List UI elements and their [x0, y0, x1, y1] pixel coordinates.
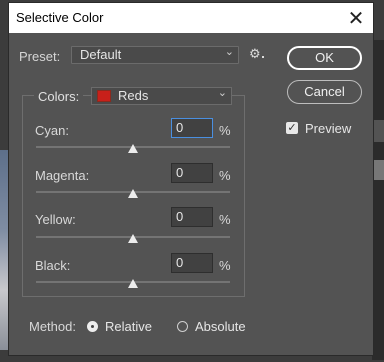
preset-value: Default [80, 47, 122, 62]
relative-label: Relative [105, 319, 152, 334]
black-slider-thumb[interactable] [128, 279, 138, 288]
selective-color-dialog: Selective Color ✕ Preset: Default ⌄ ⚙ OK… [8, 2, 374, 356]
yellow-label: Yellow: [35, 212, 76, 227]
preview-label: Preview [305, 121, 352, 136]
chevron-down-icon: ⌄ [224, 45, 234, 58]
gear-icon[interactable]: ⚙ [249, 47, 267, 63]
cyan-input[interactable]: 0 [171, 118, 213, 138]
magenta-unit: % [219, 168, 231, 183]
relative-radio[interactable] [87, 321, 98, 332]
method-label: Method: [29, 319, 76, 334]
yellow-slider-thumb[interactable] [128, 234, 138, 243]
title-bar: Selective Color ✕ [9, 3, 373, 33]
colors-label: Colors: [34, 89, 84, 104]
magenta-input[interactable]: 0 [171, 163, 213, 183]
cyan-slider-thumb[interactable] [128, 144, 138, 153]
absolute-label: Absolute [195, 319, 246, 334]
checkmark-icon[interactable]: ✓ [286, 122, 298, 134]
chevron-down-icon: ⌄ [217, 86, 227, 99]
yellow-unit: % [219, 212, 231, 227]
ok-button[interactable]: OK [287, 46, 362, 70]
dialog-title: Selective Color [16, 10, 104, 25]
yellow-input[interactable]: 0 [171, 207, 213, 227]
colors-dropdown[interactable]: Reds ⌄ [91, 86, 232, 105]
black-input[interactable]: 0 [171, 253, 213, 273]
cyan-unit: % [219, 123, 231, 138]
absolute-radio[interactable] [177, 321, 188, 332]
black-label: Black: [35, 258, 71, 273]
cancel-button[interactable]: Cancel [287, 80, 362, 104]
magenta-slider-thumb[interactable] [128, 189, 138, 198]
color-swatch [97, 90, 111, 102]
cyan-label: Cyan: [35, 123, 69, 138]
close-icon[interactable]: ✕ [345, 7, 367, 29]
preset-label: Preset: [19, 49, 61, 64]
black-unit: % [219, 258, 231, 273]
colors-value: Reds [118, 88, 149, 103]
preset-dropdown[interactable]: Default ⌄ [71, 45, 239, 64]
magenta-label: Magenta: [35, 168, 90, 183]
